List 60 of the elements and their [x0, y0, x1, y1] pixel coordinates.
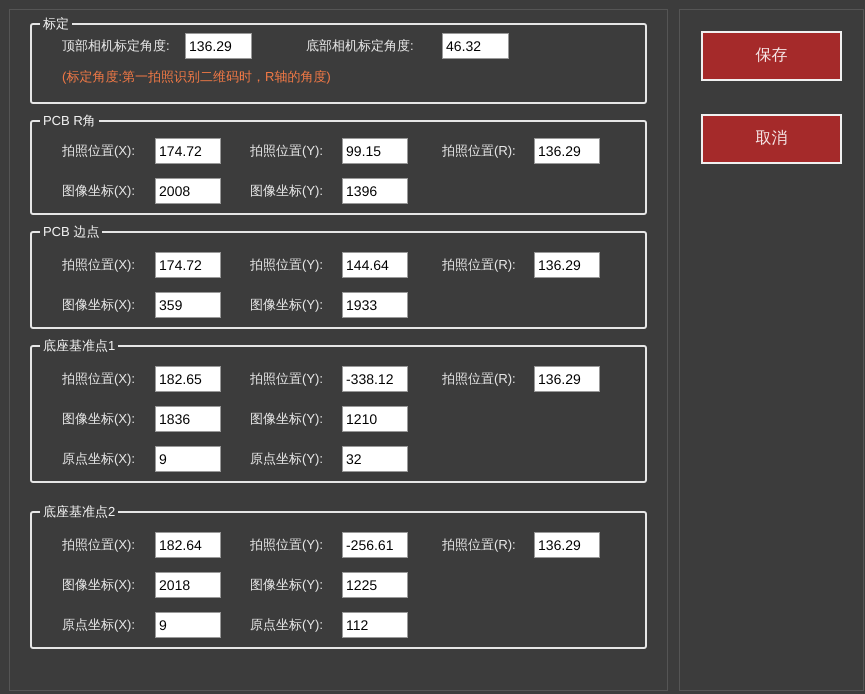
field-label: 拍照位置(X):: [62, 370, 136, 388]
field-label: 拍照位置(Y):: [250, 370, 324, 388]
input-field[interactable]: 1836: [155, 406, 221, 432]
group-title: PCB R角: [42, 113, 97, 129]
input-field[interactable]: 136.29: [185, 33, 252, 59]
action-button[interactable]: 保存: [701, 31, 842, 81]
group-title: 底座基准点1: [42, 338, 116, 354]
input-field[interactable]: 1210: [342, 406, 408, 432]
group-title: PCB 边点: [42, 224, 100, 240]
input-field[interactable]: 1933: [342, 292, 408, 318]
field-label: 图像坐标(Y):: [250, 410, 324, 428]
field-label: 图像坐标(X):: [62, 410, 136, 428]
field-label: 图像坐标(X):: [62, 296, 136, 314]
field-label: 拍照位置(X):: [62, 142, 136, 160]
field-label: 底部相机标定角度:: [306, 37, 415, 56]
action-button[interactable]: 取消: [701, 114, 842, 164]
field-label: 图像坐标(Y):: [250, 182, 324, 200]
field-label: 图像坐标(Y):: [250, 296, 324, 314]
input-field[interactable]: -256.61: [342, 532, 408, 558]
input-field[interactable]: 182.64: [155, 532, 221, 558]
field-label: 原点坐标(X):: [62, 616, 136, 634]
input-field[interactable]: 136.29: [534, 138, 600, 164]
field-label: 图像坐标(X):: [62, 576, 136, 594]
input-field[interactable]: 2008: [155, 178, 221, 204]
input-field[interactable]: -338.12: [342, 366, 408, 392]
input-field[interactable]: 136.29: [534, 366, 600, 392]
group-title: 标定: [42, 16, 70, 32]
input-field[interactable]: 144.64: [342, 252, 408, 278]
field-label: 拍照位置(X):: [62, 536, 136, 554]
input-field[interactable]: 1225: [342, 572, 408, 598]
input-field[interactable]: 359: [155, 292, 221, 318]
field-label: 拍照位置(R):: [442, 536, 517, 554]
input-field[interactable]: 112: [342, 612, 408, 638]
field-label: 拍照位置(R):: [442, 142, 517, 160]
field-label: 顶部相机标定角度:: [62, 37, 171, 56]
note-text: (标定角度:第一拍照识别二维码时，R轴的角度): [62, 68, 332, 86]
field-label: 拍照位置(Y):: [250, 142, 324, 160]
input-field[interactable]: 99.15: [342, 138, 408, 164]
input-field[interactable]: 174.72: [155, 138, 221, 164]
input-field[interactable]: 174.72: [155, 252, 221, 278]
field-label: 拍照位置(Y):: [250, 256, 324, 274]
input-field[interactable]: 2018: [155, 572, 221, 598]
input-field[interactable]: 136.29: [534, 252, 600, 278]
input-field[interactable]: 46.32: [442, 33, 509, 59]
input-field[interactable]: 32: [342, 446, 408, 472]
input-field[interactable]: 136.29: [534, 532, 600, 558]
field-label: 拍照位置(R):: [442, 370, 517, 388]
input-field[interactable]: 9: [155, 446, 221, 472]
field-label: 图像坐标(Y):: [250, 576, 324, 594]
input-field[interactable]: 182.65: [155, 366, 221, 392]
field-label: 拍照位置(X):: [62, 256, 136, 274]
field-label: 原点坐标(X):: [62, 450, 136, 468]
group-title: 底座基准点2: [42, 504, 116, 520]
field-label: 原点坐标(Y):: [250, 616, 324, 634]
field-label: 图像坐标(X):: [62, 182, 136, 200]
input-field[interactable]: 9: [155, 612, 221, 638]
field-label: 拍照位置(Y):: [250, 536, 324, 554]
field-label: 原点坐标(Y):: [250, 450, 324, 468]
input-field[interactable]: 1396: [342, 178, 408, 204]
field-label: 拍照位置(R):: [442, 256, 517, 274]
